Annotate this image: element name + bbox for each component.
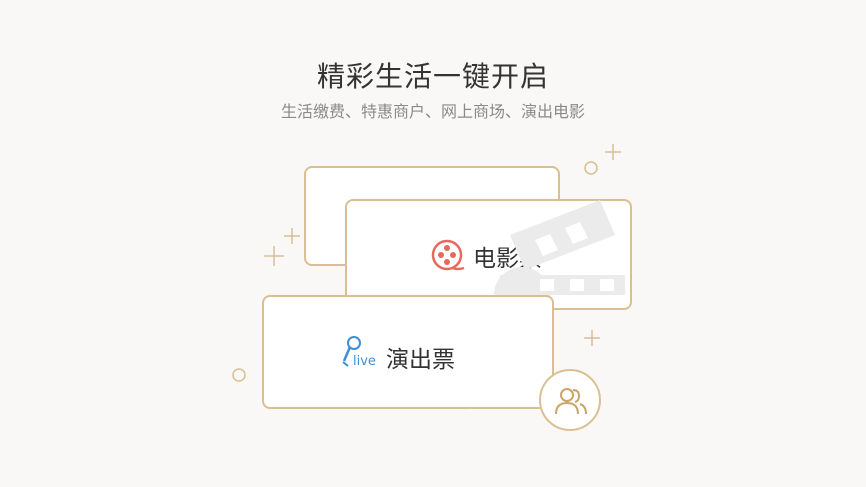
ring-icon [232, 368, 246, 382]
ring-icon [584, 161, 598, 175]
live-icon-text: live [353, 354, 376, 369]
promo-stage: 精彩生活一键开启 生活缴费、特惠商户、网上商场、演出电影 电影票 live 演出… [0, 0, 866, 487]
promo-title: 精彩生活一键开启 [316, 60, 549, 93]
friends-icon [555, 388, 587, 415]
show-ticket-card[interactable]: live 演出票 [262, 295, 554, 409]
friends-button[interactable] [539, 369, 601, 431]
sparkle-icon [605, 144, 621, 160]
sparkle-icon [264, 246, 284, 266]
microphone-live-icon: live [342, 336, 376, 369]
show-ticket-label: 演出票 [386, 347, 455, 373]
promo-subtitle: 生活缴费、特惠商户、网上商场、演出电影 [280, 102, 585, 121]
